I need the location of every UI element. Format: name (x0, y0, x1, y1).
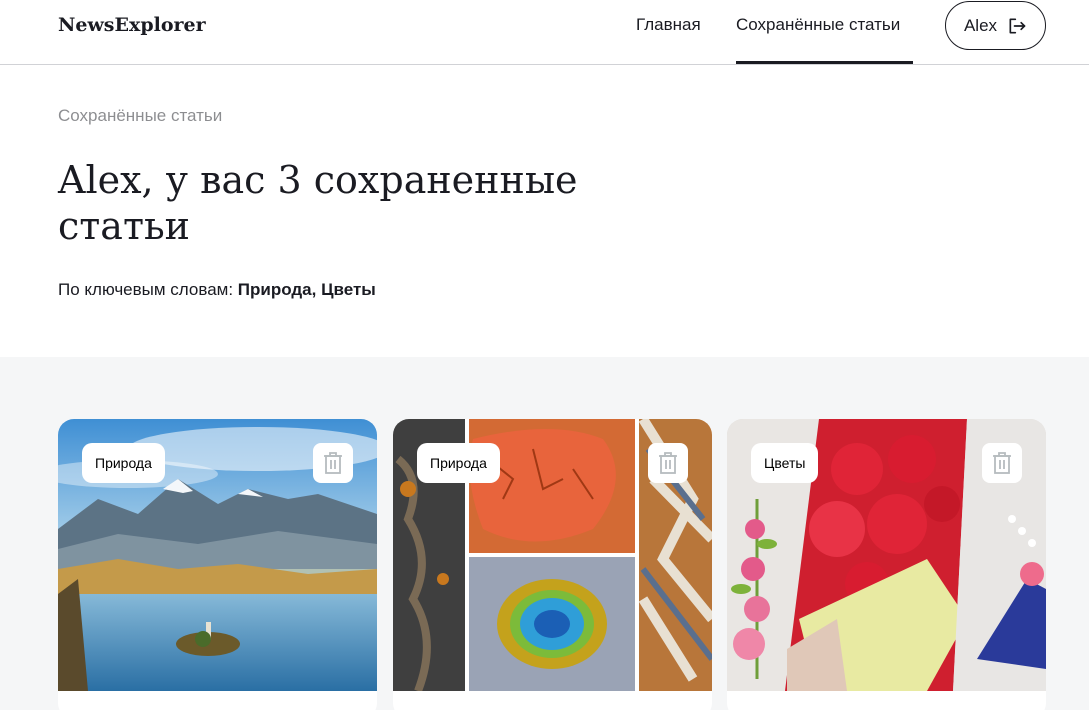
logo[interactable]: NewsExplorer (58, 13, 206, 37)
user-name: Alex (963, 15, 998, 35)
card-tag: Цветы (751, 443, 819, 483)
delete-article-button[interactable] (982, 443, 1022, 483)
article-card[interactable]: Природа (393, 419, 712, 710)
page-title: Alex, у вас 3 сохраненные статьи (58, 158, 578, 248)
article-card[interactable]: Природа (58, 419, 377, 710)
card-tag: Природа (82, 443, 165, 483)
logout-icon (1009, 18, 1026, 34)
page-subtitle: Сохранённые статьи (58, 106, 223, 125)
delete-article-button[interactable] (648, 443, 688, 483)
active-nav-indicator (736, 61, 913, 64)
trash-icon (993, 452, 1011, 474)
card-tag: Природа (417, 443, 500, 483)
nav-saved-articles-link[interactable]: Сохранённые статьи (736, 14, 900, 36)
user-logout-button[interactable]: Alex (945, 1, 1046, 50)
article-card[interactable]: Цветы (727, 419, 1046, 710)
keywords-values: Природа, Цветы (237, 280, 376, 299)
header: NewsExplorer Главная Сохранённые статьи … (0, 0, 1089, 65)
keywords-prefix: По ключевым словам: (58, 280, 238, 299)
trash-icon (659, 452, 677, 474)
trash-icon (324, 452, 342, 474)
nav-home-link[interactable]: Главная (636, 14, 701, 36)
delete-article-button[interactable] (313, 443, 353, 483)
keywords-line: По ключевым словам: Природа, Цветы (58, 279, 376, 301)
saved-cards-section: Природа Природа Цветы (0, 357, 1089, 710)
